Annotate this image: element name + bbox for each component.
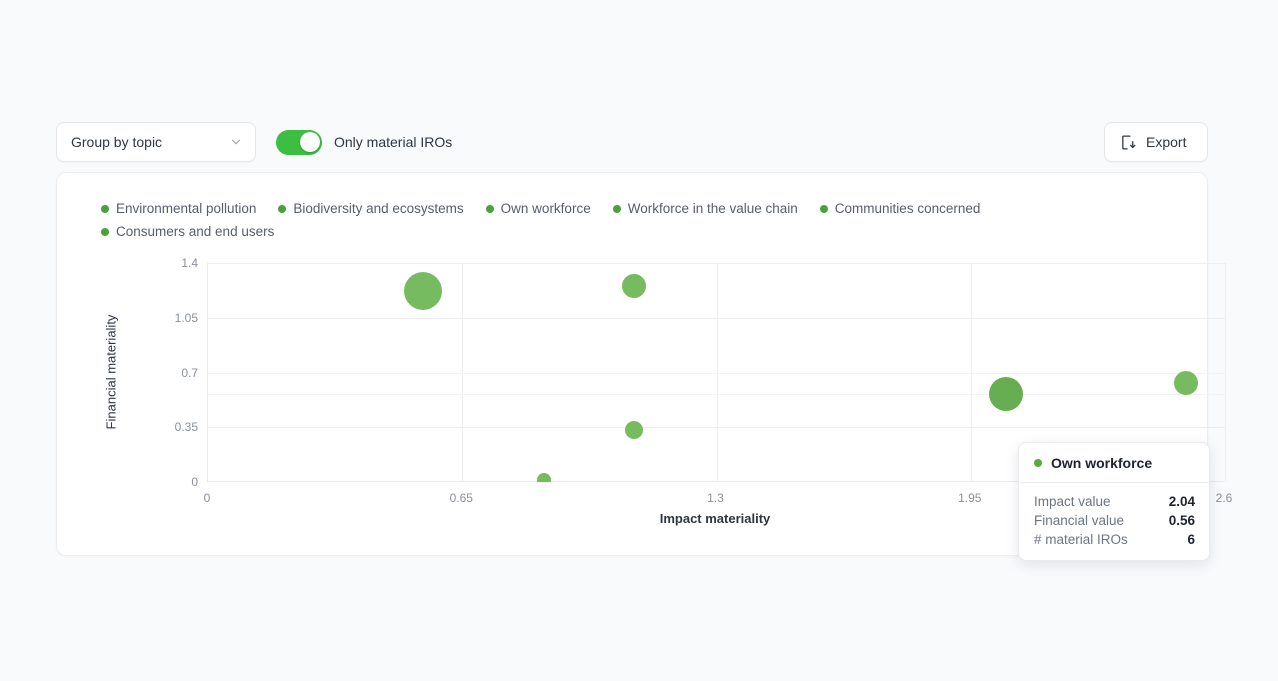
tooltip-row-key: Impact value (1034, 494, 1111, 509)
x-axis-tick-label: 1.3 (707, 491, 724, 505)
y-axis-tick-label: 0 (191, 475, 198, 489)
scatter-point[interactable] (622, 274, 647, 299)
scatter-point[interactable] (1173, 371, 1198, 396)
legend-item[interactable]: Own workforce (485, 201, 591, 216)
scatter-point[interactable] (537, 473, 552, 482)
y-axis-tick-label: 1.05 (174, 310, 198, 325)
legend-item-label: Biodiversity and ecosystems (293, 201, 464, 216)
tooltip-title: Own workforce (1051, 455, 1153, 471)
x-gridline (1225, 263, 1226, 482)
x-axis-tick-label: 1.95 (958, 491, 982, 505)
export-button[interactable]: Export (1104, 122, 1208, 162)
chart-toolbar: Group by topic Only material IROs Export (56, 122, 1208, 162)
legend-item-label: Environmental pollution (116, 201, 257, 216)
legend-dot-icon (101, 227, 109, 236)
scatter-point[interactable] (988, 377, 1023, 412)
legend-dot-icon (819, 204, 828, 213)
only-material-iros-label: Only material IROs (334, 134, 453, 150)
scatter-point[interactable] (625, 421, 644, 440)
only-material-iros-toggle[interactable] (276, 129, 322, 155)
chart-legend: Environmental pollution Biodiversity and … (101, 201, 1101, 239)
legend-dot-icon (101, 204, 109, 213)
x-axis-tick-label: 0 (203, 491, 211, 505)
y-axis-tick-label: 1.4 (181, 256, 198, 270)
x-axis-tick-label: 0.65 (449, 491, 473, 505)
tooltip-row: # material IROs 6 (1034, 530, 1195, 549)
legend-item[interactable]: Workforce in the value chain (612, 201, 798, 216)
legend-dot-icon (1034, 459, 1042, 467)
legend-item[interactable]: Communities concerned (819, 201, 981, 216)
tooltip-row-value: 2.04 (1168, 494, 1195, 509)
legend-dot-icon (278, 204, 287, 213)
legend-item-label: Consumers and end users (116, 224, 275, 239)
scatter-point[interactable] (404, 272, 443, 311)
export-button-label: Export (1146, 134, 1187, 150)
chevron-down-icon (231, 139, 241, 145)
tooltip-row-value: 0.56 (1168, 513, 1195, 528)
materiality-matrix-card: Environmental pollution Biodiversity and … (56, 172, 1232, 561)
tooltip-header: Own workforce (1019, 443, 1209, 483)
legend-item[interactable]: Environmental pollution (101, 201, 256, 216)
page-root: Group by topic Only material IROs Export… (0, 0, 1278, 681)
group-by-select-value: Group by topic (71, 134, 163, 150)
y-axis-title: Financial materiality (103, 314, 119, 430)
tooltip-row: Financial value 0.56 (1034, 511, 1195, 530)
tooltip-row-key: Financial value (1034, 513, 1125, 528)
tooltip-row: Impact value 2.04 (1034, 492, 1195, 511)
only-material-iros-control[interactable]: Only material IROs (276, 129, 453, 155)
legend-item-label: Workforce in the value chain (627, 201, 798, 216)
legend-item-label: Own workforce (500, 201, 591, 216)
toggle-knob (299, 132, 320, 152)
tooltip-body: Impact value 2.04 Financial value 0.56 # mat… (1019, 483, 1209, 560)
tooltip-row-value: 6 (1187, 532, 1195, 547)
legend-dot-icon (612, 204, 621, 213)
export-download-icon (1122, 134, 1136, 150)
point-tooltip: Own workforce Impact value 2.04 Financial … (1018, 442, 1210, 561)
legend-dot-icon (485, 204, 494, 213)
x-axis-tick-label: 2.6 (1215, 491, 1233, 505)
legend-item[interactable]: Consumers and end users (101, 224, 274, 239)
x-axis-title: Impact materiality (659, 511, 771, 526)
legend-item[interactable]: Biodiversity and ecosystems (278, 201, 464, 216)
tooltip-row-key: # material IROs (1034, 532, 1128, 547)
legend-item-label: Communities concerned (834, 201, 981, 216)
y-axis-tick-label: 0.7 (181, 365, 198, 380)
y-axis-tick-label: 0.35 (174, 420, 198, 435)
group-by-select[interactable]: Group by topic (56, 122, 256, 162)
